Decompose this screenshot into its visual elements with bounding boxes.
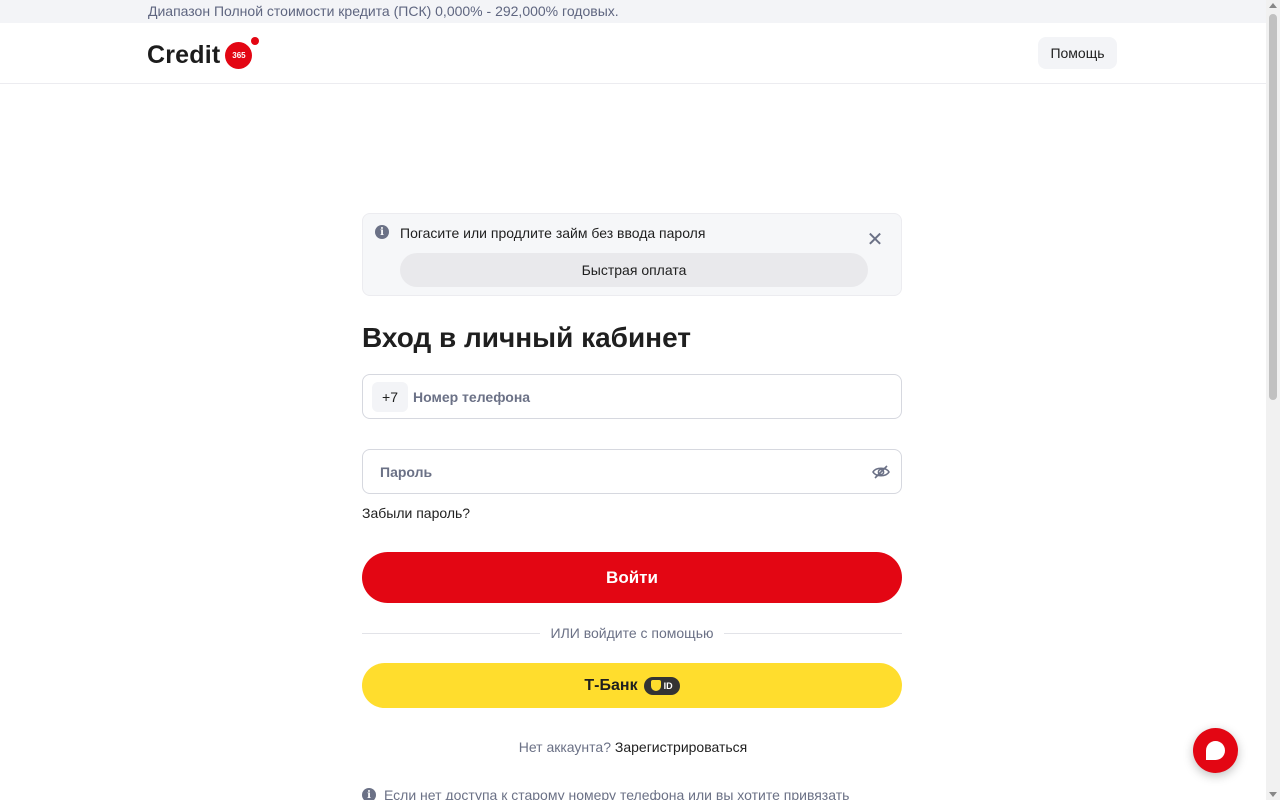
logo-badge-number: 365 (232, 50, 246, 60)
divider-text: ИЛИ войдите с помощью (540, 625, 724, 641)
scrollbar[interactable] (1266, 0, 1280, 800)
chat-button[interactable] (1193, 728, 1238, 773)
info-icon: i (362, 788, 376, 800)
scroll-down-arrow-icon[interactable] (1269, 792, 1277, 797)
page-title: Вход в личный кабинет (362, 322, 691, 353)
phone-prefix: +7 (372, 382, 408, 412)
eye-off-icon[interactable] (872, 464, 890, 480)
credit365-logo[interactable]: Credit 365 (147, 36, 260, 73)
register-link[interactable]: Зарегистрироваться (615, 739, 747, 755)
tbank-id-badge: ID (643, 676, 680, 695)
login-button[interactable]: Войти (362, 552, 902, 603)
tbank-id-text: ID (663, 680, 673, 691)
bottom-note: i Если нет доступа к старому номеру теле… (362, 787, 849, 800)
password-field[interactable] (362, 449, 902, 494)
logo-text: Credit (147, 40, 221, 69)
chat-icon (1206, 741, 1225, 760)
info-icon: i (375, 225, 389, 239)
forgot-password-link[interactable]: Забыли пароль? (362, 505, 470, 521)
close-icon[interactable]: ✕ (866, 230, 884, 250)
tbank-login-button[interactable]: Т-Банк ID (362, 663, 902, 708)
quick-pay-notice: i Погасите или продлите займ без ввода п… (362, 213, 902, 296)
help-button[interactable]: Помощь (1038, 37, 1117, 69)
site-header: Credit 365 Помощь (0, 23, 1266, 84)
notice-text: Погасите или продлите займ без ввода пар… (400, 225, 706, 241)
scroll-thumb[interactable] (1269, 14, 1277, 400)
register-line: Нет аккаунта? Зарегистрироваться (0, 739, 1266, 755)
phone-field[interactable]: +7 (362, 374, 902, 419)
logo-dot (251, 36, 260, 45)
scroll-up-arrow-icon[interactable] (1269, 3, 1277, 8)
phone-input[interactable] (413, 375, 893, 418)
bottom-note-text: Если нет доступа к старому номеру телефо… (384, 787, 850, 800)
psk-info-strip: Диапазон Полной стоимости кредита (ПСК) … (0, 0, 1266, 23)
tbank-label: Т-Банк (584, 676, 638, 694)
no-account-text: Нет аккаунта? (518, 739, 611, 755)
password-input[interactable] (380, 450, 860, 493)
psk-info-text: Диапазон Полной стоимости кредита (ПСК) … (148, 3, 619, 19)
tbank-shield-icon (650, 680, 661, 691)
quick-pay-button[interactable]: Быстрая оплата (400, 253, 868, 287)
logo-badge: 365 (225, 36, 260, 69)
